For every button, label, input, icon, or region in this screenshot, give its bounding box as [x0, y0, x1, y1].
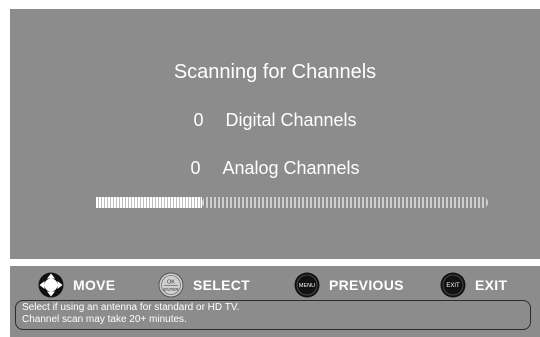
legend-select: OK ENTER SELECT [158, 272, 250, 298]
legend-exit: EXIT EXIT [440, 272, 507, 298]
scan-progress-bar [96, 197, 488, 208]
button-legend-bar: MOVE OK ENTER SELECT MENU PREVIOUS EXIT … [10, 266, 540, 337]
dpad-icon [38, 272, 64, 298]
analog-channel-count: 0 [190, 158, 201, 178]
ok-icon-text: OK [167, 280, 175, 286]
ok-enter-icon: OK ENTER [158, 272, 184, 298]
scan-progress-fill [96, 197, 202, 208]
legend-previous: MENU PREVIOUS [294, 272, 404, 298]
menu-icon-text: MENU [299, 283, 315, 289]
help-line-2: Channel scan may take 20+ minutes. [22, 314, 187, 325]
legend-select-label: SELECT [193, 277, 251, 293]
scan-title: Scanning for Channels [173, 61, 377, 83]
digital-channels-label: Digital Channels [225, 110, 357, 130]
help-line-1: Select if using an antenna for standard … [22, 302, 240, 313]
scan-panel: Scanning for Channels 0 Digital Channels … [10, 9, 540, 259]
button-legend: MOVE OK ENTER SELECT MENU PREVIOUS EXIT … [10, 272, 540, 298]
digital-channel-count: 0 [193, 110, 204, 130]
exit-button-icon: EXIT [440, 272, 466, 298]
legend-move: MOVE [38, 272, 115, 298]
help-text-box: Select if using an antenna for standard … [15, 300, 531, 330]
analog-channels-label: Analog Channels [222, 158, 360, 178]
enter-icon-text: ENTER [163, 287, 179, 292]
analog-channels-row: 0 Analog Channels [10, 158, 540, 179]
menu-button-icon: MENU [294, 272, 320, 298]
legend-exit-label: EXIT [475, 277, 508, 293]
digital-channels-row: 0 Digital Channels [10, 110, 540, 131]
exit-icon-text: EXIT [446, 283, 460, 289]
legend-move-label: MOVE [73, 277, 116, 293]
scan-progress-remaining [202, 197, 488, 208]
legend-previous-label: PREVIOUS [329, 277, 404, 293]
